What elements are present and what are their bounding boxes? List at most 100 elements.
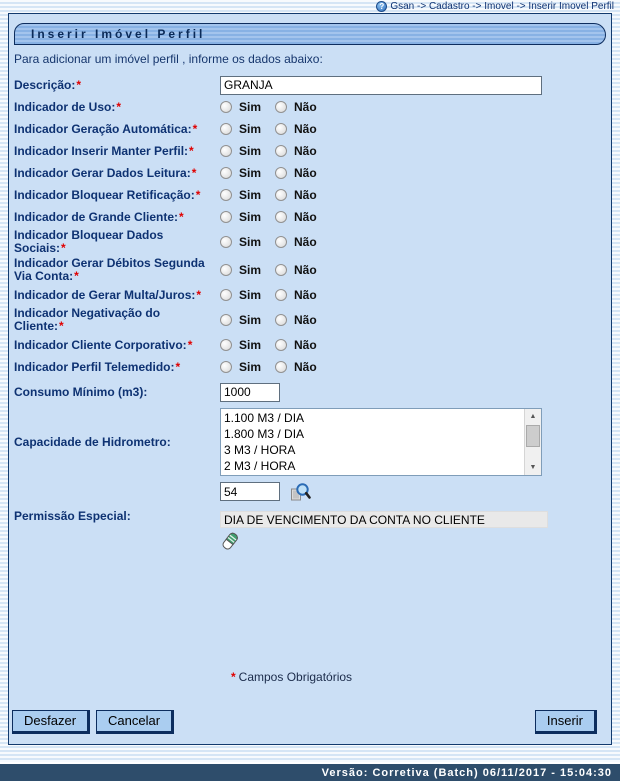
radio-group: Sim Não: [220, 166, 317, 180]
breadcrumb: ? Gsan -> Cadastro -> Imovel -> Inserir …: [376, 0, 614, 13]
required-fields-note: *Campos Obrigatórios: [231, 670, 352, 684]
permissao-code-input[interactable]: [220, 482, 280, 501]
cancelar-button[interactable]: Cancelar: [96, 710, 174, 734]
radio-group: Sim Não: [220, 288, 317, 302]
scroll-up-icon[interactable]: ▲: [525, 409, 541, 424]
insert-profile-form: Descrição:* Indicador de Uso:* Sim Não I…: [14, 74, 611, 551]
radio-sim[interactable]: [220, 264, 232, 276]
field-label: Indicador Cliente Corporativo:: [14, 338, 187, 352]
radio-nao[interactable]: [275, 167, 287, 179]
radio-sim-label: Sim: [239, 166, 261, 180]
radio-group: Sim Não: [220, 263, 317, 277]
consumo-minimo-input[interactable]: [220, 383, 280, 402]
radio-nao[interactable]: [275, 189, 287, 201]
radio-sim-label: Sim: [239, 188, 261, 202]
radio-sim[interactable]: [220, 167, 232, 179]
radio-sim[interactable]: [220, 289, 232, 301]
capacidade-listbox[interactable]: 1.100 M3 / DIA 1.800 M3 / DIA 3 M3 / HOR…: [220, 408, 542, 476]
radio-sim-label: Sim: [239, 288, 261, 302]
radio-group: Sim Não: [220, 122, 317, 136]
radio-nao[interactable]: [275, 264, 287, 276]
field-label: Indicador de Gerar Multa/Juros:: [14, 288, 195, 302]
field-row-capacidade-hidrometro: Capacidade de Hidrometro: 1.100 M3 / DIA…: [14, 408, 611, 476]
radio-nao[interactable]: [275, 361, 287, 373]
search-magnifier-icon[interactable]: [290, 482, 311, 508]
field-row-gerar-dados-leitura: Indicador Gerar Dados Leitura:* Sim Não: [14, 162, 611, 184]
instruction-text: Para adicionar um imóvel perfil , inform…: [14, 52, 607, 66]
radio-nao[interactable]: [275, 236, 287, 248]
radio-nao[interactable]: [275, 339, 287, 351]
field-label: Indicador Gerar Débitos Segunda Via Cont…: [14, 256, 205, 283]
field-label: Indicador Negativação do Cliente:: [14, 306, 160, 333]
radio-sim-label: Sim: [239, 100, 261, 114]
radio-sim[interactable]: [220, 339, 232, 351]
radio-group: Sim Não: [220, 144, 317, 158]
scroll-down-icon[interactable]: ▼: [525, 460, 541, 475]
help-icon[interactable]: ?: [376, 1, 387, 12]
radio-sim-label: Sim: [239, 144, 261, 158]
breadcrumb-path: Gsan -> Cadastro -> Imovel -> Inserir Im…: [390, 1, 614, 12]
listbox-option[interactable]: 3 M3 / HORA: [221, 442, 524, 458]
required-marker: *: [175, 360, 180, 374]
listbox-option[interactable]: 1.100 M3 / DIA: [221, 410, 524, 426]
required-marker: *: [76, 78, 81, 92]
radio-nao[interactable]: [275, 123, 287, 135]
radio-nao-label: Não: [294, 313, 317, 327]
radio-nao[interactable]: [275, 145, 287, 157]
listbox-scrollbar[interactable]: ▲ ▼: [524, 409, 541, 475]
radio-sim[interactable]: [220, 189, 232, 201]
field-row-grande-cliente: Indicador de Grande Cliente:* Sim Não: [14, 206, 611, 228]
descricao-label: Descrição:: [14, 78, 75, 92]
permissao-label: Permissão Especial:: [14, 509, 131, 523]
radio-sim[interactable]: [220, 314, 232, 326]
radio-group: Sim Não: [220, 313, 317, 327]
radio-sim[interactable]: [220, 123, 232, 135]
field-row-cliente-corporativo: Indicador Cliente Corporativo:* Sim Não: [14, 334, 611, 356]
field-row-permissao-especial: Permissão Especial:: [14, 482, 611, 551]
radio-sim-label: Sim: [239, 313, 261, 327]
radio-group: Sim Não: [220, 235, 317, 249]
desfazer-button[interactable]: Desfazer: [12, 710, 90, 734]
scrollbar-thumb[interactable]: [526, 425, 540, 447]
radio-sim-label: Sim: [239, 235, 261, 249]
radio-group: Sim Não: [220, 210, 317, 224]
radio-sim-label: Sim: [239, 210, 261, 224]
listbox-option[interactable]: 2 M3 / HORA: [221, 458, 524, 474]
permissao-description: DIA DE VENCIMENTO DA CONTA NO CLIENTE: [220, 511, 548, 528]
radio-nao-label: Não: [294, 338, 317, 352]
required-marker: *: [189, 144, 194, 158]
required-marker: *: [193, 122, 198, 136]
eraser-icon[interactable]: [220, 531, 240, 551]
required-marker: *: [61, 241, 66, 255]
radio-sim[interactable]: [220, 211, 232, 223]
field-row-gerar-debitos-segunda-via: Indicador Gerar Débitos Segunda Via Cont…: [14, 256, 611, 284]
field-row-indicador-uso: Indicador de Uso:* Sim Não: [14, 96, 611, 118]
consumo-minimo-label: Consumo Mínimo (m3):: [14, 385, 147, 399]
radio-sim[interactable]: [220, 361, 232, 373]
radio-nao[interactable]: [275, 289, 287, 301]
radio-nao-label: Não: [294, 100, 317, 114]
radio-nao[interactable]: [275, 211, 287, 223]
radio-sim[interactable]: [220, 236, 232, 248]
field-row-perfil-telemedido: Indicador Perfil Telemedido:* Sim Não: [14, 356, 611, 378]
required-note-text: Campos Obrigatórios: [239, 670, 352, 684]
version-text: Versão: Corretiva (Batch) 06/11/2017 - 1…: [322, 767, 612, 779]
radio-sim[interactable]: [220, 101, 232, 113]
radio-nao[interactable]: [275, 101, 287, 113]
radio-sim[interactable]: [220, 145, 232, 157]
inserir-button[interactable]: Inserir: [535, 710, 597, 734]
field-row-bloquear-dados-sociais: Indicador Bloquear Dados Sociais:* Sim N…: [14, 228, 611, 256]
field-row-negativacao-cliente: Indicador Negativação do Cliente:* Sim N…: [14, 306, 611, 334]
required-marker: *: [196, 288, 201, 302]
radio-sim-label: Sim: [239, 360, 261, 374]
radio-nao-label: Não: [294, 210, 317, 224]
radio-nao[interactable]: [275, 314, 287, 326]
required-marker: *: [192, 166, 197, 180]
field-row-geracao-automatica: Indicador Geração Automática:* Sim Não: [14, 118, 611, 140]
descricao-input[interactable]: [220, 76, 542, 95]
listbox-option[interactable]: 1.800 M3 / DIA: [221, 426, 524, 442]
field-label: Indicador Gerar Dados Leitura:: [14, 166, 191, 180]
radio-nao-label: Não: [294, 122, 317, 136]
required-marker: *: [231, 670, 236, 684]
required-marker: *: [116, 100, 121, 114]
